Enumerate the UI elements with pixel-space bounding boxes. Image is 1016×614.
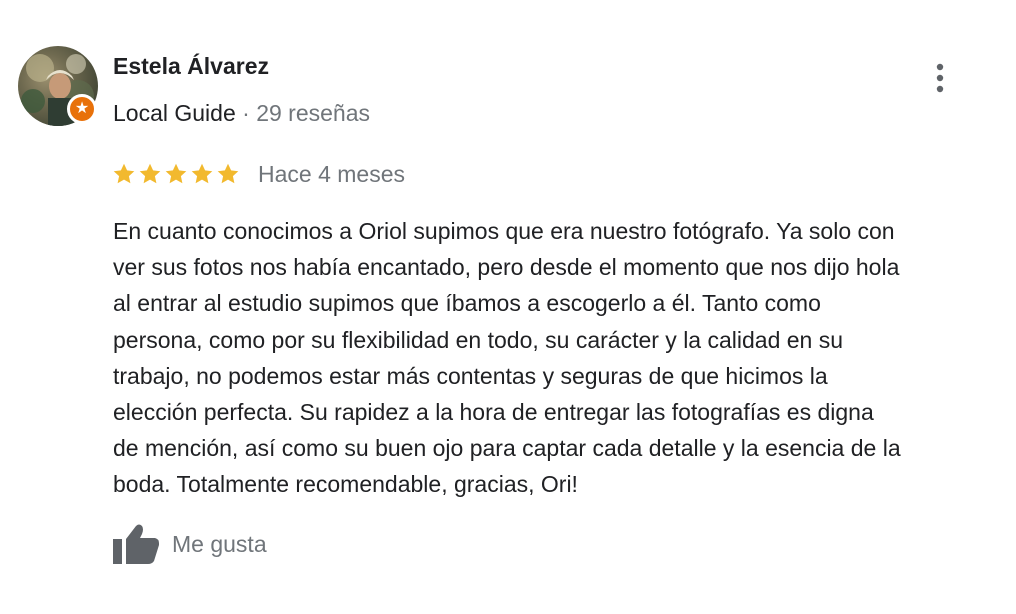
review-line: de mención, así como su buen ojo para ca… bbox=[113, 435, 901, 462]
star-icon bbox=[139, 163, 161, 184]
thumbs-up-icon bbox=[113, 524, 159, 564]
review-line: boda. Totalmente recomendable, gracias, … bbox=[113, 471, 578, 498]
star-icon bbox=[113, 163, 135, 184]
review-line: ver sus fotos nos había encantado, pero … bbox=[113, 254, 900, 281]
more-options-button[interactable] bbox=[926, 62, 954, 96]
review-line: trabajo, no podemos estar más contentas … bbox=[113, 362, 828, 389]
rating-row: Hace 4 meses bbox=[112, 158, 405, 190]
review-time: Hace 4 meses bbox=[258, 160, 406, 187]
review-line: al entrar al estudio supimos que íbamos … bbox=[113, 290, 821, 317]
star-icon bbox=[217, 163, 239, 184]
star-icon bbox=[165, 163, 187, 184]
reviews-count[interactable]: 29 reseñas bbox=[256, 100, 370, 126]
local-guide-badge-icon: ★ bbox=[67, 94, 97, 124]
meta-separator: · bbox=[242, 100, 250, 126]
like-button[interactable]: Me gusta bbox=[112, 523, 267, 565]
reviewer-meta: Local Guide · 29 reseñas bbox=[113, 100, 370, 127]
like-label: Me gusta bbox=[172, 530, 267, 557]
review-line: En cuanto conocimos a Oriol supimos que … bbox=[113, 218, 895, 244]
star-icon bbox=[191, 163, 213, 184]
review-line: persona, como por su flexibilidad en tod… bbox=[113, 326, 844, 353]
more-vert-icon bbox=[936, 63, 944, 93]
review-text: En cuanto conocimos a Oriol supimos que … bbox=[113, 213, 1013, 503]
reviewer-name[interactable]: Estela Álvarez bbox=[113, 53, 269, 80]
star-rating bbox=[112, 162, 240, 186]
review-line: elección perfecta. Su rapidez a la hora … bbox=[113, 399, 874, 426]
local-guide-label: Local Guide bbox=[113, 100, 236, 126]
reviewer-avatar[interactable]: ★ bbox=[18, 46, 98, 126]
